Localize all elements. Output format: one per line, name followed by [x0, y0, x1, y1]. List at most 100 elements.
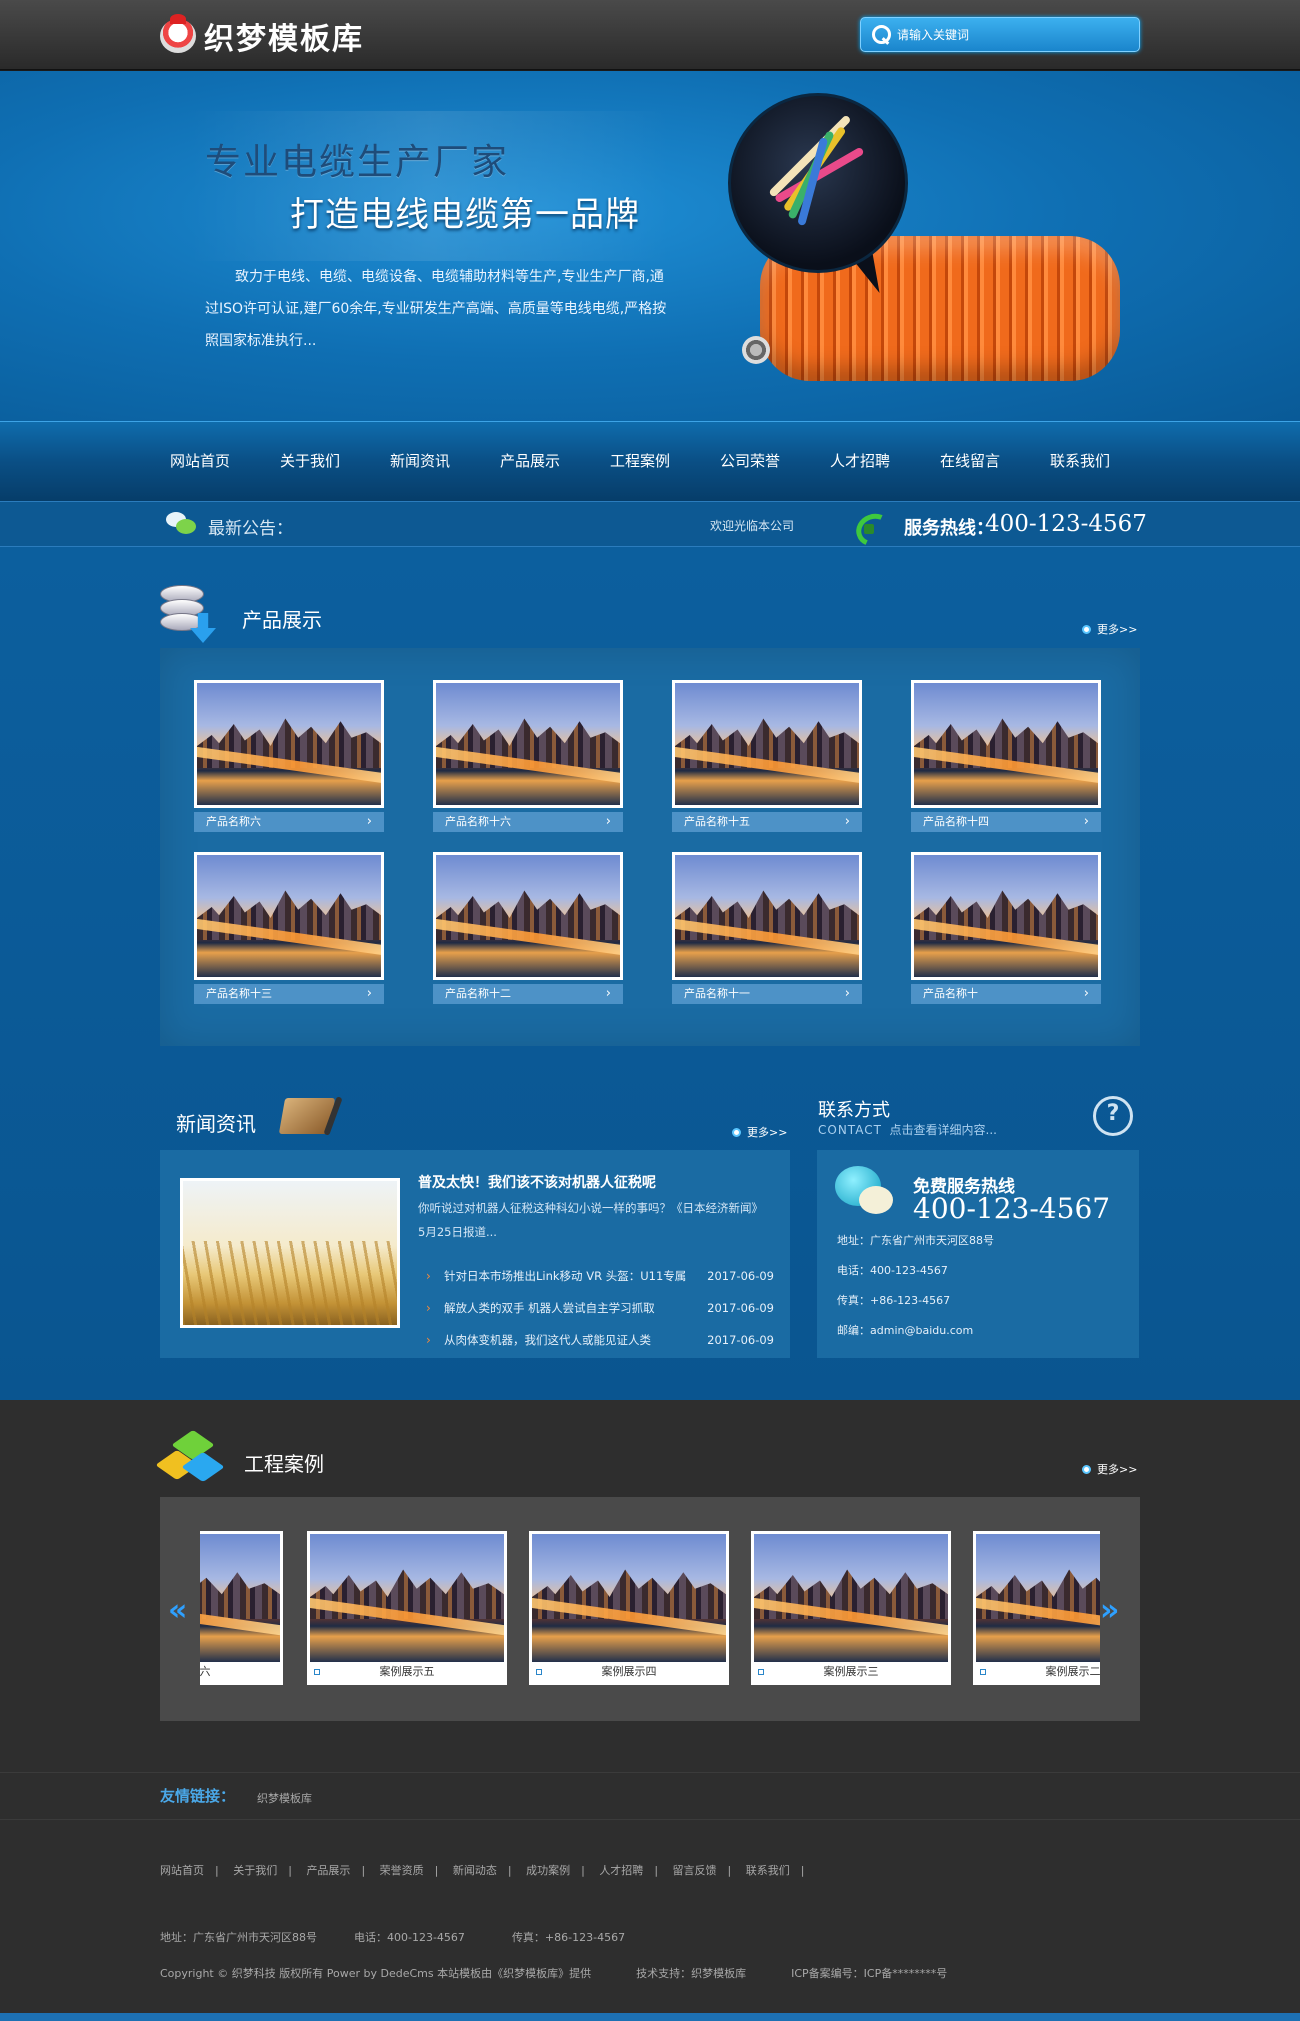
chevron-right-icon: ›: [605, 986, 611, 1001]
product-image[interactable]: [194, 680, 384, 808]
chevron-right-icon: ›: [844, 814, 850, 829]
case-image[interactable]: [310, 1534, 504, 1662]
product-caption[interactable]: 产品名称十六 ›: [433, 812, 623, 832]
footer-copyright-line: Copyright © 织梦科技 版权所有 Power by DedeCms 本…: [160, 1965, 947, 1981]
product-image[interactable]: [911, 680, 1101, 808]
footer-link-cases[interactable]: 成功案例: [526, 1864, 570, 1877]
case-image[interactable]: [200, 1534, 280, 1662]
banner-headline: 专业电缆生产厂家: [205, 142, 510, 183]
chevron-right-icon: ›: [426, 1301, 431, 1315]
product-image[interactable]: [433, 680, 623, 808]
news-list-item[interactable]: › 解放人类的双手 机器人尝试自主学习抓取 2017-06-09: [424, 1292, 774, 1324]
case-caption[interactable]: 案例展示四: [532, 1662, 726, 1682]
product-card[interactable]: 产品名称十六 ›: [433, 680, 623, 832]
phone-icon: [852, 510, 888, 540]
footer-phone: 电话：400-123-4567: [354, 1931, 465, 1944]
square-bullet-icon: [536, 1669, 542, 1675]
cases-more-link[interactable]: 更多>>: [1082, 1461, 1137, 1477]
product-card[interactable]: 产品名称十五 ›: [672, 680, 862, 832]
case-caption[interactable]: 案例展示六: [200, 1662, 280, 1682]
case-image[interactable]: [976, 1534, 1100, 1662]
footer-icp: ICP备案编号：ICP备********号: [791, 1967, 948, 1980]
footer-link-feedback[interactable]: 留言反馈: [673, 1864, 717, 1877]
hero-banner: 专业电缆生产厂家 打造电线电缆第一品牌 致力于电线、电缆、电缆设备、电缆辅助材料…: [0, 71, 1300, 421]
product-image[interactable]: [433, 852, 623, 980]
product-image[interactable]: [194, 852, 384, 980]
news-list-item[interactable]: › 针对日本市场推出Link移动 VR 头盔：U11专属 2017-06-09: [424, 1260, 774, 1292]
footer-link-jobs[interactable]: 人才招聘: [599, 1864, 643, 1877]
square-bullet-icon: [314, 1669, 320, 1675]
footer-nav: 网站首页 | 关于我们 | 产品展示 | 荣誉资质 | 新闻动态 | 成功案例 | 人才招聘…: [160, 1864, 805, 1877]
search-input[interactable]: [897, 27, 1127, 42]
contact-subtitle[interactable]: CONTACT 点击查看详细内容...: [818, 1121, 997, 1138]
case-card[interactable]: 案例展示三: [751, 1531, 951, 1685]
product-card[interactable]: 产品名称六 ›: [194, 680, 384, 832]
footer-copyright: Copyright © 织梦科技 版权所有 Power by DedeCms 本…: [160, 1967, 592, 1980]
chevron-right-icon: ›: [844, 986, 850, 1001]
case-card[interactable]: 案例展示二: [973, 1531, 1100, 1685]
product-caption[interactable]: 产品名称六 ›: [194, 812, 384, 832]
nav-item-contact[interactable]: 联系我们: [1050, 450, 1160, 471]
news-list-item[interactable]: › 从肉体变机器，我们这代人或能见证人类 2017-06-09: [424, 1324, 774, 1356]
banner-subheadline: 打造电线电缆第一品牌: [290, 195, 640, 235]
nav-item-about[interactable]: 关于我们: [280, 450, 390, 471]
logo-text: 织梦模板库: [204, 22, 364, 57]
case-card[interactable]: 案例展示六: [200, 1531, 283, 1685]
footer-link-contact[interactable]: 联系我们: [746, 1864, 790, 1877]
case-caption[interactable]: 案例展示三: [754, 1662, 948, 1682]
news-featured-image[interactable]: [180, 1178, 400, 1328]
news-featured-title[interactable]: 普及太快！我们该不该对机器人征税呢: [418, 1172, 656, 1192]
product-caption[interactable]: 产品名称十四 ›: [911, 812, 1101, 832]
product-image[interactable]: [672, 852, 862, 980]
product-card[interactable]: 产品名称十四 ›: [911, 680, 1101, 832]
case-image[interactable]: [754, 1534, 948, 1662]
product-caption[interactable]: 产品名称十一 ›: [672, 984, 862, 1004]
top-header: 织梦模板库: [0, 0, 1300, 70]
nav-item-cases[interactable]: 工程案例: [610, 450, 720, 471]
case-caption[interactable]: 案例展示二: [976, 1662, 1100, 1682]
friend-link[interactable]: 织梦模板库: [257, 1790, 312, 1806]
carousel-prev-icon[interactable]: «: [168, 1593, 187, 1628]
contact-title: 联系方式: [818, 1100, 890, 1121]
footer-link-home[interactable]: 网站首页: [160, 1864, 204, 1877]
footer-support: 技术支持：织梦模板库: [636, 1967, 747, 1980]
footer-link-news[interactable]: 新闻动态: [453, 1864, 497, 1877]
nav-item-jobs[interactable]: 人才招聘: [830, 450, 940, 471]
chevron-right-icon: ›: [1083, 986, 1089, 1001]
nav-item-products[interactable]: 产品展示: [500, 450, 610, 471]
cases-carousel: 案例展示六 案例展示五 案例展示四 案例展示三 案例展示二: [200, 1531, 1100, 1689]
footer-link-about[interactable]: 关于我们: [233, 1864, 277, 1877]
case-caption[interactable]: 案例展示五: [310, 1662, 504, 1682]
contact-phone: 电话：400-123-4567: [837, 1264, 948, 1277]
product-card[interactable]: 产品名称十二 ›: [433, 852, 623, 1004]
case-card[interactable]: 案例展示四: [529, 1531, 729, 1685]
case-image[interactable]: [532, 1534, 726, 1662]
search-icon[interactable]: [872, 25, 891, 45]
nav-item-message[interactable]: 在线留言: [940, 450, 1050, 471]
product-card[interactable]: 产品名称十 ›: [911, 852, 1101, 1004]
cases-panel: « » 案例展示六 案例展示五 案例展示四 案例展示三 案例展示二: [160, 1497, 1140, 1721]
product-caption[interactable]: 产品名称十 ›: [911, 984, 1101, 1004]
main-nav: 网站首页 关于我们 新闻资讯 产品展示 工程案例 公司荣誉 人才招聘 在线留言 …: [0, 421, 1300, 501]
banner-description: 致力于电线、电缆、电缆设备、电缆辅助材料等生产,专业生产厂商,通过ISO许可认证…: [205, 269, 667, 349]
nav-item-honors[interactable]: 公司荣誉: [720, 450, 830, 471]
notice-text[interactable]: 欢迎光临本公司: [710, 517, 794, 534]
product-caption[interactable]: 产品名称十五 ›: [672, 812, 862, 832]
nav-item-home[interactable]: 网站首页: [170, 450, 280, 471]
product-card[interactable]: 产品名称十三 ›: [194, 852, 384, 1004]
nav-item-news[interactable]: 新闻资讯: [390, 450, 500, 471]
product-card[interactable]: 产品名称十一 ›: [672, 852, 862, 1004]
product-caption[interactable]: 产品名称十三 ›: [194, 984, 384, 1004]
products-panel: 产品名称六 › 产品名称十六 › 产品名称十五 › 产品名称十四 › 产品名称十三 › 产…: [160, 648, 1140, 1046]
product-image[interactable]: [911, 852, 1101, 980]
footer-link-products[interactable]: 产品展示: [306, 1864, 350, 1877]
site-logo[interactable]: 织梦模板库: [160, 14, 364, 57]
contact-panel: 免费服务热线 400-123-4567 地址：广东省广州市天河区88号 电话：4…: [817, 1150, 1139, 1358]
case-card[interactable]: 案例展示五: [307, 1531, 507, 1685]
news-more-link[interactable]: 更多>>: [732, 1124, 787, 1140]
carousel-next-icon[interactable]: »: [1100, 1593, 1119, 1628]
product-image[interactable]: [672, 680, 862, 808]
products-more-link[interactable]: 更多>>: [1082, 621, 1137, 637]
footer-link-honors[interactable]: 荣誉资质: [380, 1864, 424, 1877]
product-caption[interactable]: 产品名称十二 ›: [433, 984, 623, 1004]
